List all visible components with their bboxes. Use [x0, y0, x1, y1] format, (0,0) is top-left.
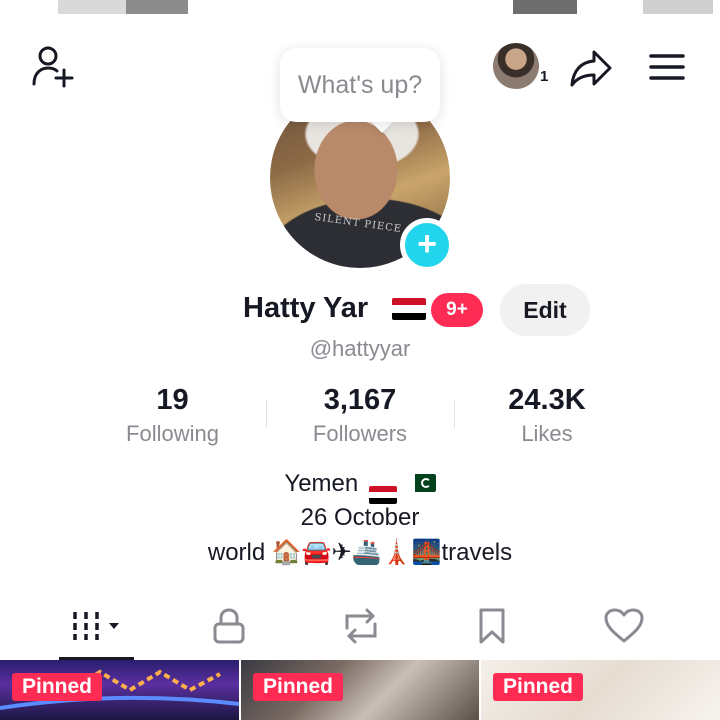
profile-handle: @hattyyar	[309, 336, 411, 361]
video-thumbnail[interactable]: Pinned	[241, 660, 479, 720]
pakistan-flag-icon	[407, 474, 436, 492]
stat-label: Following	[126, 421, 219, 446]
yemen-flag-icon	[392, 298, 426, 320]
bio-line-location: Yemen	[0, 470, 720, 504]
story-count: 1	[540, 68, 549, 85]
bookmark-icon	[479, 608, 505, 644]
status-block	[513, 0, 577, 14]
tab-reposts[interactable]	[332, 596, 390, 656]
tab-liked[interactable]	[596, 596, 652, 656]
pinned-badge: Pinned	[253, 673, 344, 701]
stat-value: 24.3K	[508, 384, 586, 416]
tab-favorites[interactable]	[464, 596, 520, 656]
story-avatar[interactable]	[493, 43, 539, 89]
pinned-badge: Pinned	[493, 673, 584, 701]
status-block	[643, 0, 713, 14]
edit-profile-button[interactable]: Edit	[500, 284, 590, 336]
video-thumbnail[interactable]: Pinned	[481, 660, 720, 720]
name-row: Hatty Yar 9+ Edit	[0, 284, 720, 336]
bio-line-travels: world 🏠🚘✈🚢🗼🌉travels	[0, 538, 720, 567]
repost-icon	[345, 608, 377, 644]
tab-private[interactable]	[200, 596, 258, 656]
share-arrow-icon	[570, 50, 612, 87]
share-button[interactable]	[566, 44, 616, 92]
status-strip	[0, 0, 720, 16]
lock-icon	[213, 608, 245, 644]
travel-emoji-icons: 🏠🚘✈🚢🗼🌉	[271, 539, 442, 566]
status-bubble[interactable]: What's up?	[280, 48, 440, 122]
add-story-button[interactable]: +	[400, 218, 454, 272]
pinned-badge: Pinned	[12, 673, 103, 701]
add-friend-button[interactable]	[28, 42, 78, 90]
yemen-flag-icon	[368, 486, 397, 504]
shirt-print: SILENT PIECE	[313, 211, 403, 236]
status-block	[126, 0, 188, 14]
bio-location: Yemen	[284, 470, 359, 497]
stat-following[interactable]: 19 Following	[100, 384, 245, 447]
stat-label: Followers	[312, 421, 408, 446]
hamburger-icon	[649, 54, 685, 80]
stat-likes[interactable]: 24.3K Likes	[475, 384, 619, 447]
stat-value: 19	[156, 384, 189, 416]
stat-value: 3,167	[323, 384, 397, 416]
video-grid-icon	[72, 612, 119, 640]
stat-label: Likes	[521, 421, 573, 446]
stat-divider	[454, 400, 455, 428]
profile-name: Hatty Yar	[243, 292, 369, 324]
menu-button[interactable]	[644, 46, 690, 86]
notification-badge[interactable]: 9+	[431, 293, 483, 327]
stat-divider	[266, 400, 267, 428]
add-person-icon	[32, 46, 74, 88]
bio-travels-prefix: world	[207, 539, 272, 566]
stat-followers[interactable]: 3,167 Followers	[287, 384, 433, 447]
video-grid: Pinned Pinned Pinned	[0, 660, 720, 720]
tab-videos[interactable]	[59, 596, 134, 656]
heart-icon	[604, 608, 644, 643]
bio-travels-suffix: travels	[441, 539, 513, 566]
bio-date: 26 October	[300, 504, 420, 531]
plus-icon: +	[417, 224, 437, 263]
profile-tabs	[0, 596, 720, 660]
video-thumbnail[interactable]: Pinned	[0, 660, 239, 720]
status-block	[58, 0, 126, 14]
